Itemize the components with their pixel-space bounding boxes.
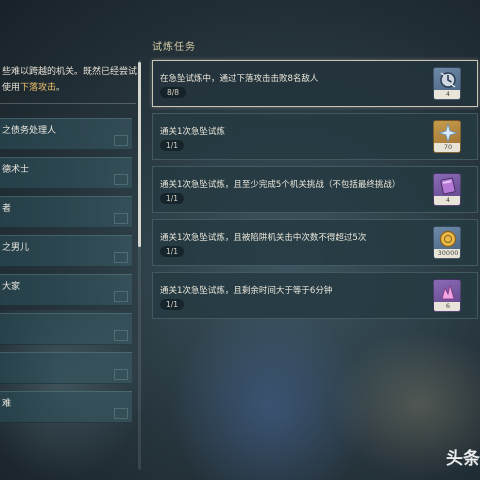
- reward-count: 70: [434, 143, 460, 152]
- task-title: 通关1次急坠试炼，且被陷阱机关击中次数不得超过5次: [160, 233, 367, 243]
- reward-item[interactable]: 6: [433, 279, 461, 312]
- reward-count: 30000: [434, 249, 460, 258]
- task-title: 通关1次急坠试炼，且至少完成5个机关挑战（不包括最终挑战）: [160, 180, 401, 190]
- corner-ornament-icon: [114, 408, 128, 419]
- mora-coin-icon: [434, 227, 460, 251]
- list-item[interactable]: 之债务处理人: [0, 118, 132, 150]
- task-item[interactable]: 通关1次急坠试炼，且至少完成5个机关挑战（不包括最终挑战） 1/1 4: [152, 166, 478, 213]
- clock-gear-icon: [434, 68, 460, 92]
- reward-item[interactable]: 30000: [433, 226, 461, 259]
- list-item-label: 之债务处理人: [2, 126, 57, 136]
- watermark: 头条: [446, 449, 480, 469]
- task-progress: 8/8: [160, 87, 186, 98]
- hero-wit-book-icon: [434, 174, 460, 198]
- list-item-label: 者: [2, 204, 12, 214]
- task-progress: 1/1: [160, 193, 184, 204]
- corner-ornament-icon: [114, 369, 128, 380]
- task-progress: 1/1: [160, 246, 184, 257]
- corner-ornament-icon: [114, 291, 128, 302]
- description-line: 些难以跨越的机关。既然已经尝试: [2, 67, 138, 77]
- falling-attack-highlight: 下落攻击: [20, 83, 57, 93]
- corner-ornament-icon: [114, 174, 128, 185]
- list-item[interactable]: 难: [0, 391, 132, 423]
- event-description: 些难以跨越的机关。既然已经尝试 使用下落攻击。: [0, 64, 140, 96]
- list-item[interactable]: [0, 352, 132, 384]
- corner-ornament-icon: [114, 330, 128, 341]
- task-list: 在急坠试炼中，通过下落攻击击败8名敌人 8/8 4 通关1次急坠试炼 1/1 7…: [152, 60, 478, 325]
- reward-count: 4: [434, 196, 460, 205]
- task-item[interactable]: 在急坠试炼中，通过下落攻击击败8名敌人 8/8 4: [152, 60, 478, 107]
- task-progress: 1/1: [160, 299, 184, 310]
- list-item-label: 大家: [2, 282, 21, 292]
- task-item[interactable]: 通关1次急坠试炼，且被陷阱机关击中次数不得超过5次 1/1 30000: [152, 219, 478, 266]
- list-item[interactable]: [0, 313, 132, 345]
- crystal-ore-icon: [434, 280, 460, 304]
- event-list-panel: 些难以跨越的机关。既然已经尝试 使用下落攻击。 之债务处理人 德术士 者 之男儿…: [0, 0, 140, 480]
- challenge-list: 之债务处理人 德术士 者 之男儿 大家 难: [0, 118, 132, 430]
- divider: [0, 103, 136, 104]
- list-item-label: 德术士: [2, 165, 30, 175]
- corner-ornament-icon: [114, 213, 128, 224]
- description-line: 使用下落攻击。: [2, 83, 66, 93]
- list-item[interactable]: 德术士: [0, 157, 132, 189]
- task-item[interactable]: 通关1次急坠试炼，且剩余时间大于等于6分钟 1/1 6: [152, 272, 478, 319]
- task-progress: 1/1: [160, 140, 184, 151]
- task-title: 在急坠试炼中，通过下落攻击击败8名敌人: [160, 74, 319, 84]
- corner-ornament-icon: [114, 135, 128, 146]
- list-item-label: 之男儿: [2, 243, 30, 253]
- list-item[interactable]: 者: [0, 196, 132, 228]
- scrollbar-thumb[interactable]: [138, 62, 141, 247]
- primogem-star-icon: [434, 121, 460, 145]
- task-title: 通关1次急坠试炼，且剩余时间大于等于6分钟: [160, 286, 333, 296]
- corner-ornament-icon: [114, 252, 128, 263]
- list-item[interactable]: 之男儿: [0, 235, 132, 267]
- list-item[interactable]: 大家: [0, 274, 132, 306]
- reward-count: 4: [434, 90, 460, 99]
- list-item-label: 难: [2, 399, 12, 409]
- reward-item[interactable]: 4: [433, 67, 461, 100]
- task-item[interactable]: 通关1次急坠试炼 1/1 70: [152, 113, 478, 160]
- task-title: 通关1次急坠试炼: [160, 127, 225, 137]
- reward-item[interactable]: 70: [433, 120, 461, 153]
- reward-item[interactable]: 4: [433, 173, 461, 206]
- section-title: 试炼任务: [152, 42, 196, 53]
- reward-count: 6: [434, 302, 460, 311]
